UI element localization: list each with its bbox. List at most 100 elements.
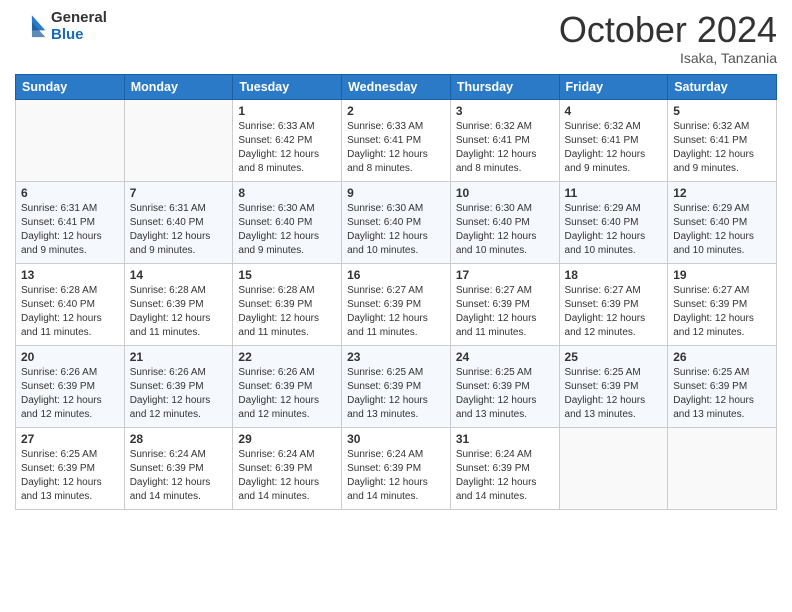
day-number: 13 (21, 268, 119, 282)
day-info: Sunrise: 6:27 AM Sunset: 6:39 PM Dayligh… (565, 284, 663, 340)
logo-general-text: General (51, 10, 107, 27)
day-number: 31 (456, 432, 554, 446)
day-number: 23 (347, 350, 445, 364)
day-info: Sunrise: 6:26 AM Sunset: 6:39 PM Dayligh… (21, 366, 119, 422)
day-number: 11 (565, 186, 663, 200)
calendar-cell: 28Sunrise: 6:24 AM Sunset: 6:39 PM Dayli… (124, 427, 233, 509)
day-info: Sunrise: 6:24 AM Sunset: 6:39 PM Dayligh… (130, 448, 228, 504)
calendar-cell: 25 Sunrise: 6:25 AM Sunset: 6:39 PM Dayli… (559, 345, 668, 427)
day-number: 3 (456, 104, 554, 118)
day-number: 8 (238, 186, 336, 200)
day-number: 7 (130, 186, 228, 200)
header-sunday: Sunday (16, 74, 125, 99)
calendar-week-1: 1Sunrise: 6:33 AM Sunset: 6:42 PM Daylig… (16, 99, 777, 181)
day-number: 6 (21, 186, 119, 200)
calendar-cell: 24 Sunrise: 6:25 AM Sunset: 6:39 PM Dayli… (450, 345, 559, 427)
logo-text: General Blue (51, 10, 107, 43)
day-info: Sunrise: 6:29 AM Sunset: 6:40 PM Dayligh… (673, 202, 771, 258)
calendar-cell: 19 Sunrise: 6:27 AM Sunset: 6:39 PM Dayli… (668, 263, 777, 345)
calendar-cell: 30 Sunrise: 6:24 AM Sunset: 6:39 PM Dayli… (342, 427, 451, 509)
calendar-cell: 14Sunrise: 6:28 AM Sunset: 6:39 PM Dayli… (124, 263, 233, 345)
calendar-header-row: SundayMondayTuesdayWednesdayThursdayFrid… (16, 74, 777, 99)
calendar-cell: 2 Sunrise: 6:33 AM Sunset: 6:41 PM Daylig… (342, 99, 451, 181)
day-number: 19 (673, 268, 771, 282)
day-info: Sunrise: 6:28 AM Sunset: 6:39 PM Dayligh… (130, 284, 228, 340)
calendar-cell: 16 Sunrise: 6:27 AM Sunset: 6:39 PM Dayli… (342, 263, 451, 345)
calendar-cell: 12 Sunrise: 6:29 AM Sunset: 6:40 PM Dayli… (668, 181, 777, 263)
calendar-cell: 9Sunrise: 6:30 AM Sunset: 6:40 PM Daylig… (342, 181, 451, 263)
day-info: Sunrise: 6:30 AM Sunset: 6:40 PM Dayligh… (238, 202, 336, 258)
day-number: 15 (238, 268, 336, 282)
calendar-cell (668, 427, 777, 509)
calendar-cell: 8 Sunrise: 6:30 AM Sunset: 6:40 PM Daylig… (233, 181, 342, 263)
calendar-cell: 18 Sunrise: 6:27 AM Sunset: 6:39 PM Dayli… (559, 263, 668, 345)
calendar-cell: 23 Sunrise: 6:25 AM Sunset: 6:39 PM Dayli… (342, 345, 451, 427)
calendar-cell: 4Sunrise: 6:32 AM Sunset: 6:41 PM Daylig… (559, 99, 668, 181)
day-number: 29 (238, 432, 336, 446)
day-info: Sunrise: 6:31 AM Sunset: 6:41 PM Dayligh… (21, 202, 119, 258)
calendar-cell: 13Sunrise: 6:28 AM Sunset: 6:40 PM Dayli… (16, 263, 125, 345)
calendar-cell: 11 Sunrise: 6:29 AM Sunset: 6:40 PM Dayli… (559, 181, 668, 263)
day-info: Sunrise: 6:26 AM Sunset: 6:39 PM Dayligh… (238, 366, 336, 422)
title-block: October 2024 Isaka, Tanzania (559, 10, 777, 66)
page: General Blue October 2024 Isaka, Tanzani… (0, 0, 792, 612)
day-info: Sunrise: 6:26 AM Sunset: 6:39 PM Dayligh… (130, 366, 228, 422)
calendar-cell: 20Sunrise: 6:26 AM Sunset: 6:39 PM Dayli… (16, 345, 125, 427)
day-info: Sunrise: 6:27 AM Sunset: 6:39 PM Dayligh… (456, 284, 554, 340)
day-info: Sunrise: 6:30 AM Sunset: 6:40 PM Dayligh… (456, 202, 554, 258)
calendar-cell: 17Sunrise: 6:27 AM Sunset: 6:39 PM Dayli… (450, 263, 559, 345)
calendar-cell (16, 99, 125, 181)
day-info: Sunrise: 6:25 AM Sunset: 6:39 PM Dayligh… (456, 366, 554, 422)
day-number: 2 (347, 104, 445, 118)
day-info: Sunrise: 6:25 AM Sunset: 6:39 PM Dayligh… (673, 366, 771, 422)
calendar-cell: 15 Sunrise: 6:28 AM Sunset: 6:39 PM Dayli… (233, 263, 342, 345)
calendar-week-5: 27 Sunrise: 6:25 AM Sunset: 6:39 PM Dayli… (16, 427, 777, 509)
day-info: Sunrise: 6:29 AM Sunset: 6:40 PM Dayligh… (565, 202, 663, 258)
header-thursday: Thursday (450, 74, 559, 99)
logo: General Blue (15, 10, 107, 43)
calendar-cell: 1Sunrise: 6:33 AM Sunset: 6:42 PM Daylig… (233, 99, 342, 181)
day-number: 12 (673, 186, 771, 200)
logo-icon (15, 13, 47, 41)
calendar-cell (124, 99, 233, 181)
header: General Blue October 2024 Isaka, Tanzani… (15, 10, 777, 66)
day-number: 27 (21, 432, 119, 446)
day-number: 16 (347, 268, 445, 282)
calendar-week-4: 20Sunrise: 6:26 AM Sunset: 6:39 PM Dayli… (16, 345, 777, 427)
month-title: October 2024 (559, 10, 777, 50)
header-friday: Friday (559, 74, 668, 99)
day-number: 24 (456, 350, 554, 364)
location-subtitle: Isaka, Tanzania (559, 50, 777, 66)
day-info: Sunrise: 6:27 AM Sunset: 6:39 PM Dayligh… (347, 284, 445, 340)
logo-blue-text: Blue (51, 27, 107, 44)
day-info: Sunrise: 6:24 AM Sunset: 6:39 PM Dayligh… (347, 448, 445, 504)
day-info: Sunrise: 6:32 AM Sunset: 6:41 PM Dayligh… (565, 120, 663, 176)
day-info: Sunrise: 6:25 AM Sunset: 6:39 PM Dayligh… (347, 366, 445, 422)
day-info: Sunrise: 6:24 AM Sunset: 6:39 PM Dayligh… (238, 448, 336, 504)
calendar-cell: 3 Sunrise: 6:32 AM Sunset: 6:41 PM Daylig… (450, 99, 559, 181)
day-number: 18 (565, 268, 663, 282)
day-info: Sunrise: 6:31 AM Sunset: 6:40 PM Dayligh… (130, 202, 228, 258)
header-saturday: Saturday (668, 74, 777, 99)
day-info: Sunrise: 6:32 AM Sunset: 6:41 PM Dayligh… (456, 120, 554, 176)
day-number: 25 (565, 350, 663, 364)
day-info: Sunrise: 6:27 AM Sunset: 6:39 PM Dayligh… (673, 284, 771, 340)
header-tuesday: Tuesday (233, 74, 342, 99)
calendar-cell: 7 Sunrise: 6:31 AM Sunset: 6:40 PM Daylig… (124, 181, 233, 263)
calendar-cell: 10 Sunrise: 6:30 AM Sunset: 6:40 PM Dayli… (450, 181, 559, 263)
day-info: Sunrise: 6:24 AM Sunset: 6:39 PM Dayligh… (456, 448, 554, 504)
header-wednesday: Wednesday (342, 74, 451, 99)
day-info: Sunrise: 6:30 AM Sunset: 6:40 PM Dayligh… (347, 202, 445, 258)
day-number: 5 (673, 104, 771, 118)
day-number: 10 (456, 186, 554, 200)
day-info: Sunrise: 6:33 AM Sunset: 6:41 PM Dayligh… (347, 120, 445, 176)
day-info: Sunrise: 6:28 AM Sunset: 6:39 PM Dayligh… (238, 284, 336, 340)
day-number: 26 (673, 350, 771, 364)
calendar-cell: 27 Sunrise: 6:25 AM Sunset: 6:39 PM Dayli… (16, 427, 125, 509)
day-info: Sunrise: 6:33 AM Sunset: 6:42 PM Dayligh… (238, 120, 336, 176)
day-info: Sunrise: 6:25 AM Sunset: 6:39 PM Dayligh… (21, 448, 119, 504)
day-info: Sunrise: 6:25 AM Sunset: 6:39 PM Dayligh… (565, 366, 663, 422)
day-number: 22 (238, 350, 336, 364)
calendar-cell: 21Sunrise: 6:26 AM Sunset: 6:39 PM Dayli… (124, 345, 233, 427)
day-number: 30 (347, 432, 445, 446)
